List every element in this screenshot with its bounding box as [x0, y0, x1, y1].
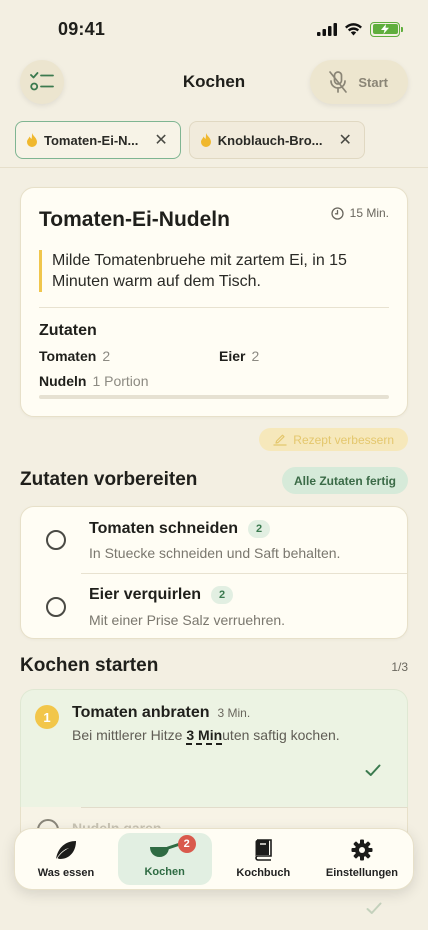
status-icons	[317, 21, 403, 37]
leaf-icon	[56, 841, 76, 859]
recipe-card: Tomaten-Ei-Nudeln 15 Min. Milde Tomatenb…	[20, 187, 408, 417]
cooking-section-title: Kochen starten	[20, 655, 159, 676]
step-description: Bei mittlerer Hitze 3 Minuten saftig koc…	[72, 727, 340, 745]
check-icon[interactable]	[365, 764, 381, 777]
tab-label: Was essen	[37, 867, 95, 879]
count-badge: 2	[248, 520, 271, 538]
tab-tomaten-ei-nudeln[interactable]: Tomaten-Ei-N... ✕	[15, 121, 181, 159]
book-icon	[255, 839, 273, 861]
step-desc-text: uten saftig kochen.	[222, 727, 340, 743]
mic-off-icon	[329, 71, 348, 93]
step-title: Tomaten anbraten	[72, 704, 210, 721]
recipe-description: Milde Tomatenbruehe mit zartem Ei, in 15…	[39, 250, 389, 292]
checklist-button[interactable]	[20, 60, 64, 104]
prep-item[interactable]: Tomaten schneiden 2 In Stuecke schneiden…	[21, 507, 407, 573]
top-bar: Kochen Start	[20, 60, 408, 104]
status-time: 09:41	[58, 18, 106, 39]
step-duration: 3 Min.	[217, 706, 251, 720]
tab-label: Kochen	[144, 866, 185, 878]
prep-checkbox[interactable]	[46, 530, 66, 550]
all-ingredients-done-button[interactable]: Alle Zutaten fertig	[281, 467, 408, 494]
prep-list: Tomaten schneiden 2 In Stuecke schneiden…	[20, 506, 408, 639]
tab-label: Einstellungen	[325, 867, 399, 879]
voice-start-button[interactable]: Start	[310, 60, 408, 104]
recipe-time-label: 15 Min.	[349, 206, 389, 220]
battery-icon	[370, 21, 403, 37]
ingredient-name: Nudeln	[39, 373, 87, 389]
ingredient-qty: 2	[251, 348, 260, 364]
prep-item-desc: Mit einer Prise Salz verruehren.	[89, 612, 286, 628]
tab-kochen[interactable]: 2 Kochen	[117, 833, 212, 885]
pencil-icon	[273, 434, 287, 446]
divider	[81, 807, 407, 808]
tab-knoblauch-brokkoli[interactable]: Knoblauch-Bro... ✕	[188, 121, 365, 159]
divider	[0, 167, 428, 168]
prep-item-title: Eier verquirlen 2	[89, 586, 234, 604]
tab-label: Knoblauch-Bro...	[217, 132, 323, 148]
step-title-row: Tomaten anbraten 3 Min.	[72, 704, 250, 722]
wifi-icon	[345, 23, 362, 36]
flame-icon	[27, 133, 37, 147]
signal-icon	[317, 22, 337, 36]
ingredient-item: Tomaten 2	[39, 348, 219, 364]
prep-section-title: Zutaten vorbereiten	[20, 469, 198, 490]
status-bar: 09:41	[0, 0, 428, 50]
recipe-tabs: Tomaten-Ei-N... ✕ Knoblauch-Bro... ✕	[15, 121, 365, 159]
notification-badge: 2	[177, 835, 196, 853]
prep-item[interactable]: Eier verquirlen 2 Mit einer Prise Salz v…	[21, 573, 407, 639]
ingredient-qty: 2	[102, 348, 111, 364]
ingredient-qty: 1 Portion	[92, 373, 149, 389]
ingredients-list: Tomaten 2 Eier 2 Nudeln 1 Portion	[39, 348, 389, 389]
pan-icon	[149, 842, 182, 857]
close-icon[interactable]: ✕	[154, 130, 167, 150]
ingredient-name: Tomaten	[39, 348, 97, 364]
divider	[39, 307, 389, 308]
prep-item-name: Eier verquirlen	[89, 586, 202, 603]
gear-icon	[351, 839, 373, 861]
prep-checkbox[interactable]	[46, 597, 66, 617]
clock-icon	[330, 206, 344, 220]
bottom-tab-bar: Was essen 2 Kochen Kochbuch Einstellunge…	[14, 828, 414, 890]
start-label: Start	[358, 74, 388, 90]
improve-recipe-label: Rezept verbessern	[293, 432, 394, 447]
recipe-progress-bar	[39, 395, 389, 399]
prep-item-title: Tomaten schneiden 2	[89, 520, 271, 538]
step-number-badge: 1	[35, 705, 59, 729]
ingredients-title: Zutaten	[39, 322, 97, 339]
active-step-card[interactable]: 1 Tomaten anbraten 3 Min. Bei mittlerer H…	[20, 689, 408, 807]
tab-kochbuch[interactable]: Kochbuch	[216, 833, 310, 885]
tab-label: Tomaten-Ei-N...	[44, 132, 139, 148]
ingredient-item: Eier 2	[219, 348, 389, 364]
prep-item-name: Tomaten schneiden	[89, 520, 239, 537]
timer-link[interactable]: 3 Min	[186, 727, 223, 745]
step-desc-text: Bei mittlerer Hitze	[72, 727, 187, 743]
recipe-time: 15 Min.	[330, 206, 389, 220]
tab-einstellungen[interactable]: Einstellungen	[315, 833, 409, 885]
ingredient-item: Nudeln 1 Portion	[39, 373, 219, 389]
close-icon[interactable]: ✕	[339, 130, 352, 150]
tab-was-essen[interactable]: Was essen	[19, 833, 113, 885]
step-counter: 1/3	[391, 660, 408, 674]
check-icon	[366, 902, 382, 914]
checklist-icon	[30, 72, 54, 91]
prep-item-desc: In Stuecke schneiden und Saft behalten.	[89, 545, 341, 561]
count-badge: 2	[211, 586, 234, 604]
flame-icon	[200, 133, 211, 147]
ingredient-name: Eier	[219, 348, 246, 364]
tab-label: Kochbuch	[236, 867, 291, 879]
improve-recipe-button[interactable]: Rezept verbessern	[259, 428, 408, 451]
